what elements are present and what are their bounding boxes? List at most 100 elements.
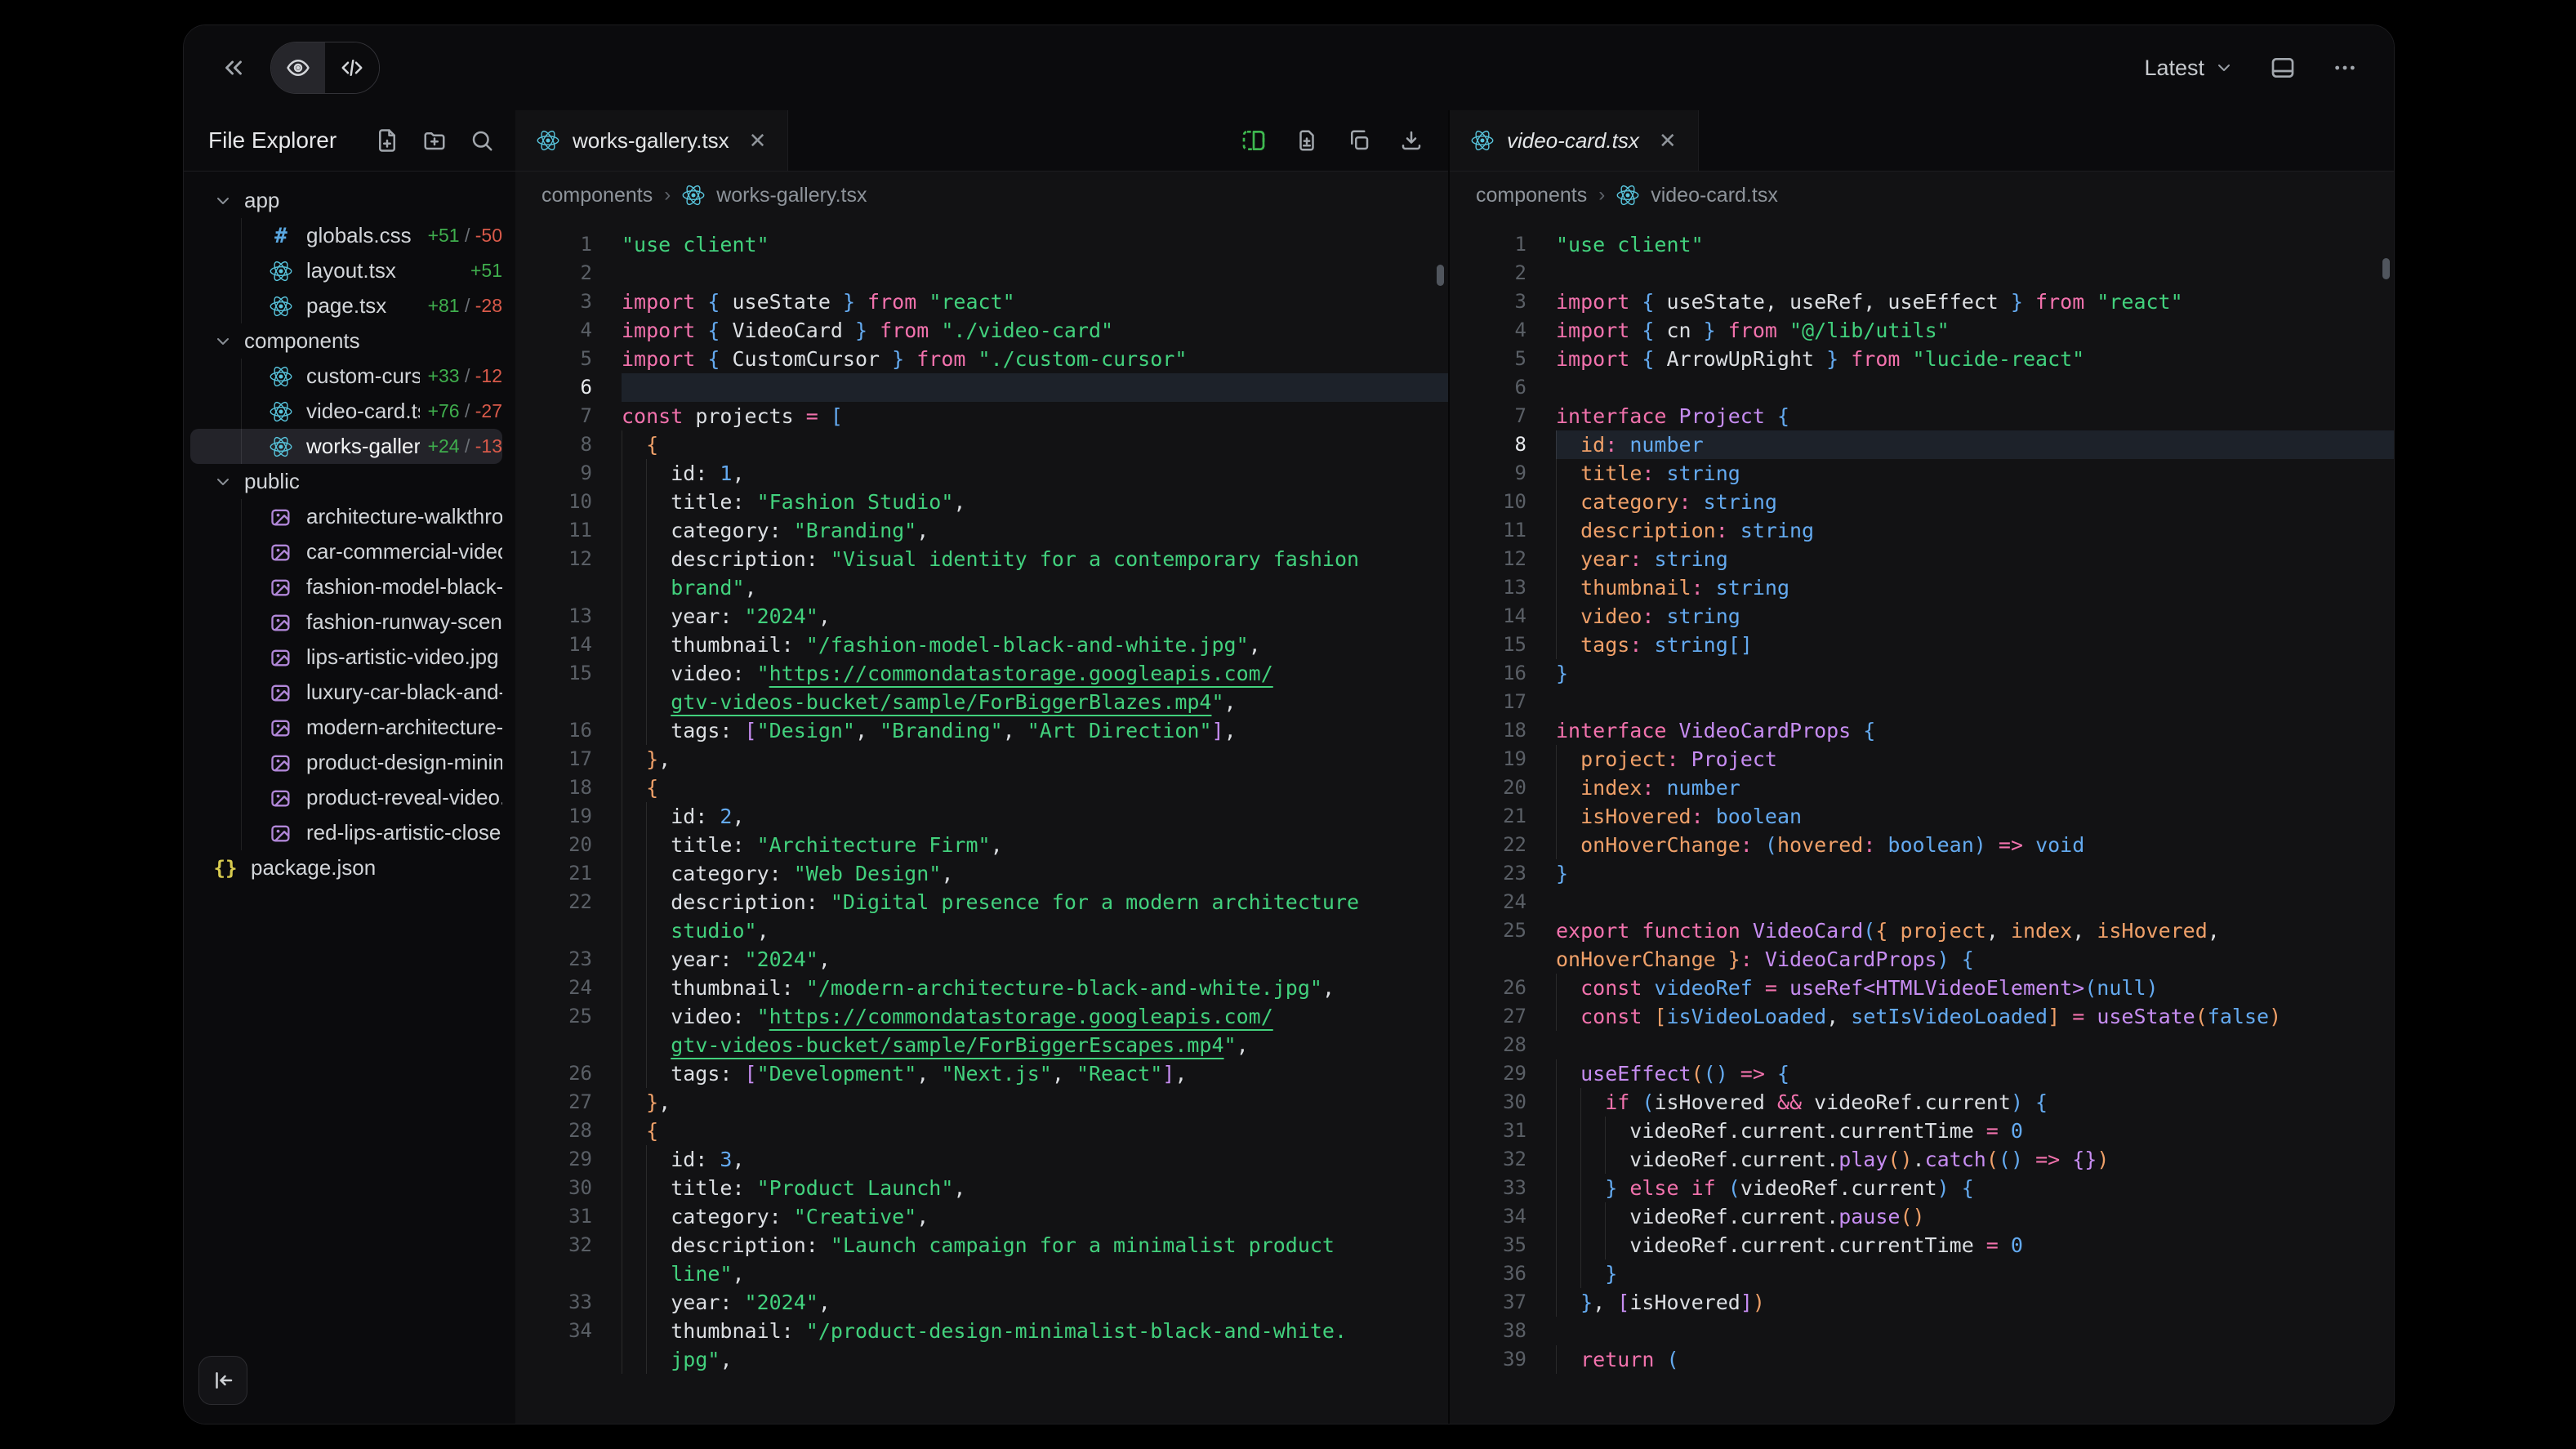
more-options-icon[interactable] xyxy=(2332,55,2358,81)
code-line[interactable]: 6 xyxy=(1450,373,2394,402)
collapse-to-start-button[interactable] xyxy=(198,1356,247,1405)
copy-file-icon[interactable] xyxy=(1347,128,1371,153)
file-item-modern-architecture-[interactable]: modern-architecture-… xyxy=(190,710,502,745)
code-line[interactable]: 24 thumbnail: "/modern-architecture-blac… xyxy=(515,974,1448,1002)
code-line[interactable]: 7interface Project { xyxy=(1450,402,2394,430)
code-line[interactable]: 17 }, xyxy=(515,745,1448,774)
close-tab-icon[interactable]: ✕ xyxy=(1659,128,1677,154)
file-item-red-lips-artistic-close-[interactable]: red-lips-artistic-close… xyxy=(190,815,502,850)
code-line[interactable]: 29 useEffect(() => { xyxy=(1450,1059,2394,1088)
code-line[interactable]: 3import { useState } from "react" xyxy=(515,288,1448,316)
code-line[interactable]: 30 title: "Product Launch", xyxy=(515,1174,1448,1202)
folder-item-app[interactable]: app xyxy=(190,183,502,218)
code-line[interactable]: 1"use client" xyxy=(1450,230,2394,259)
code-line[interactable]: 5import { ArrowUpRight } from "lucide-re… xyxy=(1450,345,2394,373)
code-line[interactable]: jpg", xyxy=(515,1345,1448,1374)
code-line[interactable]: 6 xyxy=(515,373,1448,402)
scrollbar-thumb[interactable] xyxy=(2382,258,2390,279)
breadcrumb-folder[interactable]: components xyxy=(1476,184,1587,207)
code-line[interactable]: 15 tags: string[] xyxy=(1450,631,2394,659)
file-item-product-design-minim-[interactable]: product-design-minim… xyxy=(190,745,502,780)
code-line[interactable]: 34 videoRef.current.pause() xyxy=(1450,1202,2394,1231)
code-line[interactable]: 33 } else if (videoRef.current) { xyxy=(1450,1174,2394,1202)
code-line[interactable]: 9 id: 1, xyxy=(515,459,1448,488)
code-line[interactable]: 21 category: "Web Design", xyxy=(515,859,1448,888)
code-line[interactable]: 31 category: "Creative", xyxy=(515,1202,1448,1231)
code-view-icon[interactable] xyxy=(325,42,379,93)
file-item-architecture-walkthro-[interactable]: architecture-walkthro… xyxy=(190,499,502,534)
new-file-icon[interactable] xyxy=(375,128,399,153)
file-item-product-reveal-video.j-[interactable]: product-reveal-video.j… xyxy=(190,780,502,815)
code-line[interactable]: 8 id: number xyxy=(1450,430,2394,459)
code-line[interactable]: brand", xyxy=(515,573,1448,602)
code-line[interactable]: 24 xyxy=(1450,888,2394,916)
code-line[interactable]: 22 description: "Digital presence for a … xyxy=(515,888,1448,916)
code-line[interactable]: 19 project: Project xyxy=(1450,745,2394,774)
code-line[interactable]: 1"use client" xyxy=(515,230,1448,259)
code-line[interactable]: 33 year: "2024", xyxy=(515,1288,1448,1317)
code-line[interactable]: 31 videoRef.current.currentTime = 0 xyxy=(1450,1117,2394,1145)
tab-video-card-tsx[interactable]: video-card.tsx✕ xyxy=(1450,110,1699,171)
file-item-package.json[interactable]: {}package.json xyxy=(190,850,502,885)
code-line[interactable]: 19 id: 2, xyxy=(515,802,1448,831)
code-line[interactable]: 15 video: "https://commondatastorage.goo… xyxy=(515,659,1448,688)
code-line[interactable]: 2 xyxy=(515,259,1448,288)
file-item-page.tsx[interactable]: page.tsx+81 / -28 xyxy=(190,288,502,323)
code-line[interactable]: 18interface VideoCardProps { xyxy=(1450,716,2394,745)
code-line[interactable]: 17 xyxy=(1450,688,2394,716)
breadcrumb-file[interactable]: video-card.tsx xyxy=(1651,184,1778,207)
file-item-fashion-runway-scen-[interactable]: fashion-runway-scen… xyxy=(190,604,502,640)
scrollbar-thumb[interactable] xyxy=(1437,265,1444,286)
code-line[interactable]: 30 if (isHovered && videoRef.current) { xyxy=(1450,1088,2394,1117)
code-line[interactable]: 4import { VideoCard } from "./video-card… xyxy=(515,316,1448,345)
code-line[interactable]: 14 video: string xyxy=(1450,602,2394,631)
code-line[interactable]: onHoverChange }: VideoCardProps) { xyxy=(1450,945,2394,974)
add-file-icon[interactable] xyxy=(1295,128,1319,153)
code-line[interactable]: 13 year: "2024", xyxy=(515,602,1448,631)
code-line[interactable]: 37 }, [isHovered]) xyxy=(1450,1288,2394,1317)
code-line[interactable]: 26 const videoRef = useRef<HTMLVideoElem… xyxy=(1450,974,2394,1002)
file-item-lips-artistic-video.jpg[interactable]: lips-artistic-video.jpg xyxy=(190,640,502,675)
code-line[interactable]: 36 } xyxy=(1450,1260,2394,1288)
file-item-car-commercial-video-[interactable]: car-commercial-video… xyxy=(190,534,502,569)
split-editor-icon[interactable] xyxy=(1241,127,1267,154)
code-line[interactable]: 11 category: "Branding", xyxy=(515,516,1448,545)
code-area-left[interactable]: 1"use client"23import { useState } from … xyxy=(515,219,1448,1424)
download-file-icon[interactable] xyxy=(1399,128,1424,153)
code-line[interactable]: 4import { cn } from "@/lib/utils" xyxy=(1450,316,2394,345)
code-line[interactable]: 14 thumbnail: "/fashion-model-black-and-… xyxy=(515,631,1448,659)
code-line[interactable]: 20 title: "Architecture Firm", xyxy=(515,831,1448,859)
file-item-luxury-car-black-and-[interactable]: luxury-car-black-and-… xyxy=(190,675,502,710)
file-item-video-card.tsx[interactable]: video-card.tsx+76 / -27 xyxy=(190,394,502,429)
code-line[interactable]: 20 index: number xyxy=(1450,774,2394,802)
code-line[interactable]: 16 tags: ["Design", "Branding", "Art Dir… xyxy=(515,716,1448,745)
file-item-works-galler-[interactable]: works-galler…+24 / -13 xyxy=(190,429,502,464)
code-line[interactable]: 12 description: "Visual identity for a c… xyxy=(515,545,1448,573)
code-line[interactable]: 5import { CustomCursor } from "./custom-… xyxy=(515,345,1448,373)
code-area-right[interactable]: 1"use client"23import { useState, useRef… xyxy=(1450,219,2394,1424)
code-line[interactable]: 2 xyxy=(1450,259,2394,288)
folder-item-components[interactable]: components xyxy=(190,323,502,359)
code-line[interactable]: studio", xyxy=(515,916,1448,945)
code-line[interactable]: 39 return ( xyxy=(1450,1345,2394,1374)
file-item-fashion-model-black-[interactable]: fashion-model-black-… xyxy=(190,569,502,604)
code-line[interactable]: gtv-videos-bucket/sample/ForBiggerBlazes… xyxy=(515,688,1448,716)
code-line[interactable]: 10 category: string xyxy=(1450,488,2394,516)
code-line[interactable]: 13 thumbnail: string xyxy=(1450,573,2394,602)
code-line[interactable]: 27 }, xyxy=(515,1088,1448,1117)
code-line[interactable]: 16} xyxy=(1450,659,2394,688)
collapse-panel-icon[interactable] xyxy=(220,54,247,82)
code-line[interactable]: 38 xyxy=(1450,1317,2394,1345)
code-line[interactable]: 23 year: "2024", xyxy=(515,945,1448,974)
code-line[interactable]: 21 isHovered: boolean xyxy=(1450,802,2394,831)
code-line[interactable]: 11 description: string xyxy=(1450,516,2394,545)
code-line[interactable]: 25export function VideoCard({ project, i… xyxy=(1450,916,2394,945)
code-line[interactable]: 27 const [isVideoLoaded, setIsVideoLoade… xyxy=(1450,1002,2394,1031)
breadcrumb-folder[interactable]: components xyxy=(541,184,653,207)
code-line[interactable]: 12 year: string xyxy=(1450,545,2394,573)
panel-bottom-icon[interactable] xyxy=(2270,55,2296,81)
search-icon[interactable] xyxy=(470,128,494,153)
code-line[interactable]: line", xyxy=(515,1260,1448,1288)
code-line[interactable]: 10 title: "Fashion Studio", xyxy=(515,488,1448,516)
breadcrumb-file[interactable]: works-gallery.tsx xyxy=(716,184,867,207)
